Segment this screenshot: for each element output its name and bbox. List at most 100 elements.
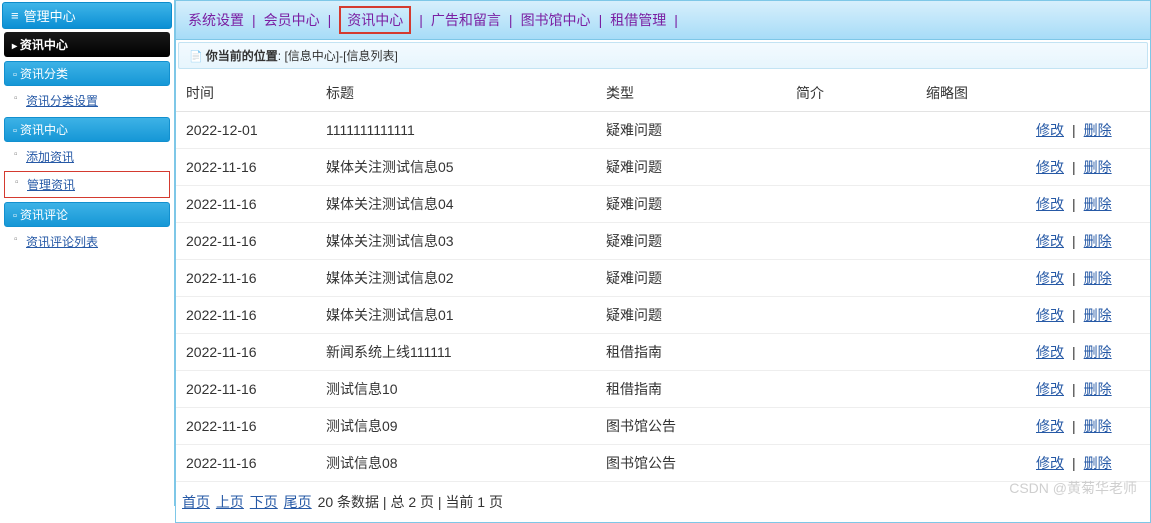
table-cell-time: 2022-11-16 xyxy=(176,371,316,408)
table-cell-actions: 修改 | 删除 xyxy=(1020,334,1150,371)
sidebar-panel-title: 资讯中心 xyxy=(4,32,170,57)
topnav-separator: | xyxy=(509,12,513,28)
pager-text: 20 条数据 | 总 2 页 | 当前 1 页 xyxy=(318,494,503,510)
table-cell-summary xyxy=(786,297,916,334)
table-row: 2022-11-16媒体关注测试信息05疑难问题修改|删除 xyxy=(176,149,1150,186)
topnav-item[interactable]: 会员中心 xyxy=(264,10,320,30)
table-row: 2022-11-16新闻系统上线111111租借指南修改|删除 xyxy=(176,334,1150,371)
table-cell-thumb xyxy=(916,112,1020,149)
topnav-separator: | xyxy=(599,12,603,28)
table-cell-type: 图书馆公告 xyxy=(596,408,786,445)
delete-link[interactable]: 删除 xyxy=(1084,159,1112,175)
topnav-item[interactable]: 资讯中心 xyxy=(339,6,411,34)
table-header: 标题 xyxy=(316,75,596,112)
table-cell-summary xyxy=(786,112,916,149)
delete-link[interactable]: 删除 xyxy=(1084,122,1112,138)
breadcrumb-path1: [信息中心] xyxy=(284,49,339,63)
sidebar-item[interactable]: 资讯评论列表 xyxy=(4,229,170,254)
table-cell-title: 测试信息09 xyxy=(316,408,596,445)
delete-link[interactable]: 删除 xyxy=(1084,344,1112,360)
action-separator: | xyxy=(1072,455,1076,471)
table-cell-summary xyxy=(786,371,916,408)
sidebar: 管理中心 资讯中心 资讯分类资讯分类设置资讯中心添加资讯管理资讯资讯评论资讯评论… xyxy=(0,0,175,506)
table-cell-summary xyxy=(786,149,916,186)
delete-link[interactable]: 删除 xyxy=(1084,270,1112,286)
table-cell-thumb xyxy=(916,186,1020,223)
table-header: 简介 xyxy=(786,75,916,112)
table-cell-time: 2022-12-01 xyxy=(176,112,316,149)
pager-prev[interactable]: 上页 xyxy=(216,494,244,510)
delete-link[interactable]: 删除 xyxy=(1084,455,1112,471)
topnav-item[interactable]: 图书馆中心 xyxy=(521,10,591,30)
action-separator: | xyxy=(1072,233,1076,249)
table-row: 2022-11-16测试信息10租借指南修改|删除 xyxy=(176,371,1150,408)
table-cell-time: 2022-11-16 xyxy=(176,445,316,482)
sidebar-item-link[interactable]: 资讯评论列表 xyxy=(26,235,98,249)
delete-link[interactable]: 删除 xyxy=(1084,418,1112,434)
table-cell-time: 2022-11-16 xyxy=(176,297,316,334)
table-cell-actions: 修改 | 删除 xyxy=(1020,260,1150,297)
delete-link[interactable]: 删除 xyxy=(1084,381,1112,397)
table-cell-type: 租借指南 xyxy=(596,371,786,408)
sidebar-item[interactable]: 管理资讯 xyxy=(4,171,170,198)
data-table: 时间标题类型简介缩略图 2022-12-011111111111111疑难问题修… xyxy=(176,75,1150,482)
table-cell-title: 1111111111111 xyxy=(316,112,596,149)
sidebar-item[interactable]: 添加资讯 xyxy=(4,144,170,169)
table-cell-title: 媒体关注测试信息05 xyxy=(316,149,596,186)
table-header xyxy=(1020,75,1150,112)
pager-last[interactable]: 尾页 xyxy=(284,494,312,510)
edit-link[interactable]: 修改 xyxy=(1036,307,1064,323)
table-cell-title: 测试信息10 xyxy=(316,371,596,408)
table-cell-summary xyxy=(786,223,916,260)
action-separator: | xyxy=(1072,307,1076,323)
table-cell-actions: 修改 | 删除 xyxy=(1020,297,1150,334)
edit-link[interactable]: 修改 xyxy=(1036,418,1064,434)
action-separator: | xyxy=(1072,159,1076,175)
table-cell-actions: 修改 | 删除 xyxy=(1020,186,1150,223)
edit-link[interactable]: 修改 xyxy=(1036,122,1064,138)
pager-first[interactable]: 首页 xyxy=(182,494,210,510)
table-cell-thumb xyxy=(916,297,1020,334)
sidebar-item-link[interactable]: 管理资讯 xyxy=(27,178,75,192)
edit-link[interactable]: 修改 xyxy=(1036,233,1064,249)
table-cell-type: 图书馆公告 xyxy=(596,445,786,482)
edit-link[interactable]: 修改 xyxy=(1036,381,1064,397)
action-separator: | xyxy=(1072,344,1076,360)
edit-link[interactable]: 修改 xyxy=(1036,344,1064,360)
topnav-item[interactable]: 系统设置 xyxy=(188,10,244,30)
topnav-item[interactable]: 广告和留言 xyxy=(431,10,501,30)
delete-link[interactable]: 删除 xyxy=(1084,233,1112,249)
table-cell-summary xyxy=(786,334,916,371)
edit-link[interactable]: 修改 xyxy=(1036,270,1064,286)
sidebar-item[interactable]: 资讯分类设置 xyxy=(4,88,170,113)
breadcrumb-prefix: 你当前的位置 xyxy=(206,49,278,63)
sidebar-item-link[interactable]: 资讯分类设置 xyxy=(26,94,98,108)
edit-link[interactable]: 修改 xyxy=(1036,196,1064,212)
table-cell-type: 疑难问题 xyxy=(596,186,786,223)
table-cell-summary xyxy=(786,260,916,297)
content-panel: 你当前的位置: [信息中心]-[信息列表] 时间标题类型简介缩略图 2022-1… xyxy=(175,40,1151,523)
table-header: 缩略图 xyxy=(916,75,1020,112)
breadcrumb-path2: [信息列表] xyxy=(343,49,398,63)
sidebar-group-head: 资讯中心 xyxy=(4,117,170,142)
table-cell-actions: 修改|删除 xyxy=(1020,408,1150,445)
sidebar-group-head: 资讯评论 xyxy=(4,202,170,227)
delete-link[interactable]: 删除 xyxy=(1084,196,1112,212)
action-separator: | xyxy=(1072,270,1076,286)
table-row: 2022-11-16媒体关注测试信息04疑难问题修改|删除 xyxy=(176,186,1150,223)
sidebar-item-link[interactable]: 添加资讯 xyxy=(26,150,74,164)
table-cell-summary xyxy=(786,408,916,445)
table-cell-title: 媒体关注测试信息03 xyxy=(316,223,596,260)
edit-link[interactable]: 修改 xyxy=(1036,455,1064,471)
action-separator: | xyxy=(1072,196,1076,212)
main-area: 系统设置|会员中心|资讯中心|广告和留言|图书馆中心|租借管理| 你当前的位置:… xyxy=(175,0,1151,506)
topnav-item[interactable]: 租借管理 xyxy=(610,10,666,30)
table-cell-time: 2022-11-16 xyxy=(176,149,316,186)
admin-center-header: 管理中心 xyxy=(2,2,172,29)
table-cell-thumb xyxy=(916,260,1020,297)
table-cell-thumb xyxy=(916,371,1020,408)
delete-link[interactable]: 删除 xyxy=(1084,307,1112,323)
edit-link[interactable]: 修改 xyxy=(1036,159,1064,175)
pager-next[interactable]: 下页 xyxy=(250,494,278,510)
table-cell-actions: 修改|删除 xyxy=(1020,112,1150,149)
